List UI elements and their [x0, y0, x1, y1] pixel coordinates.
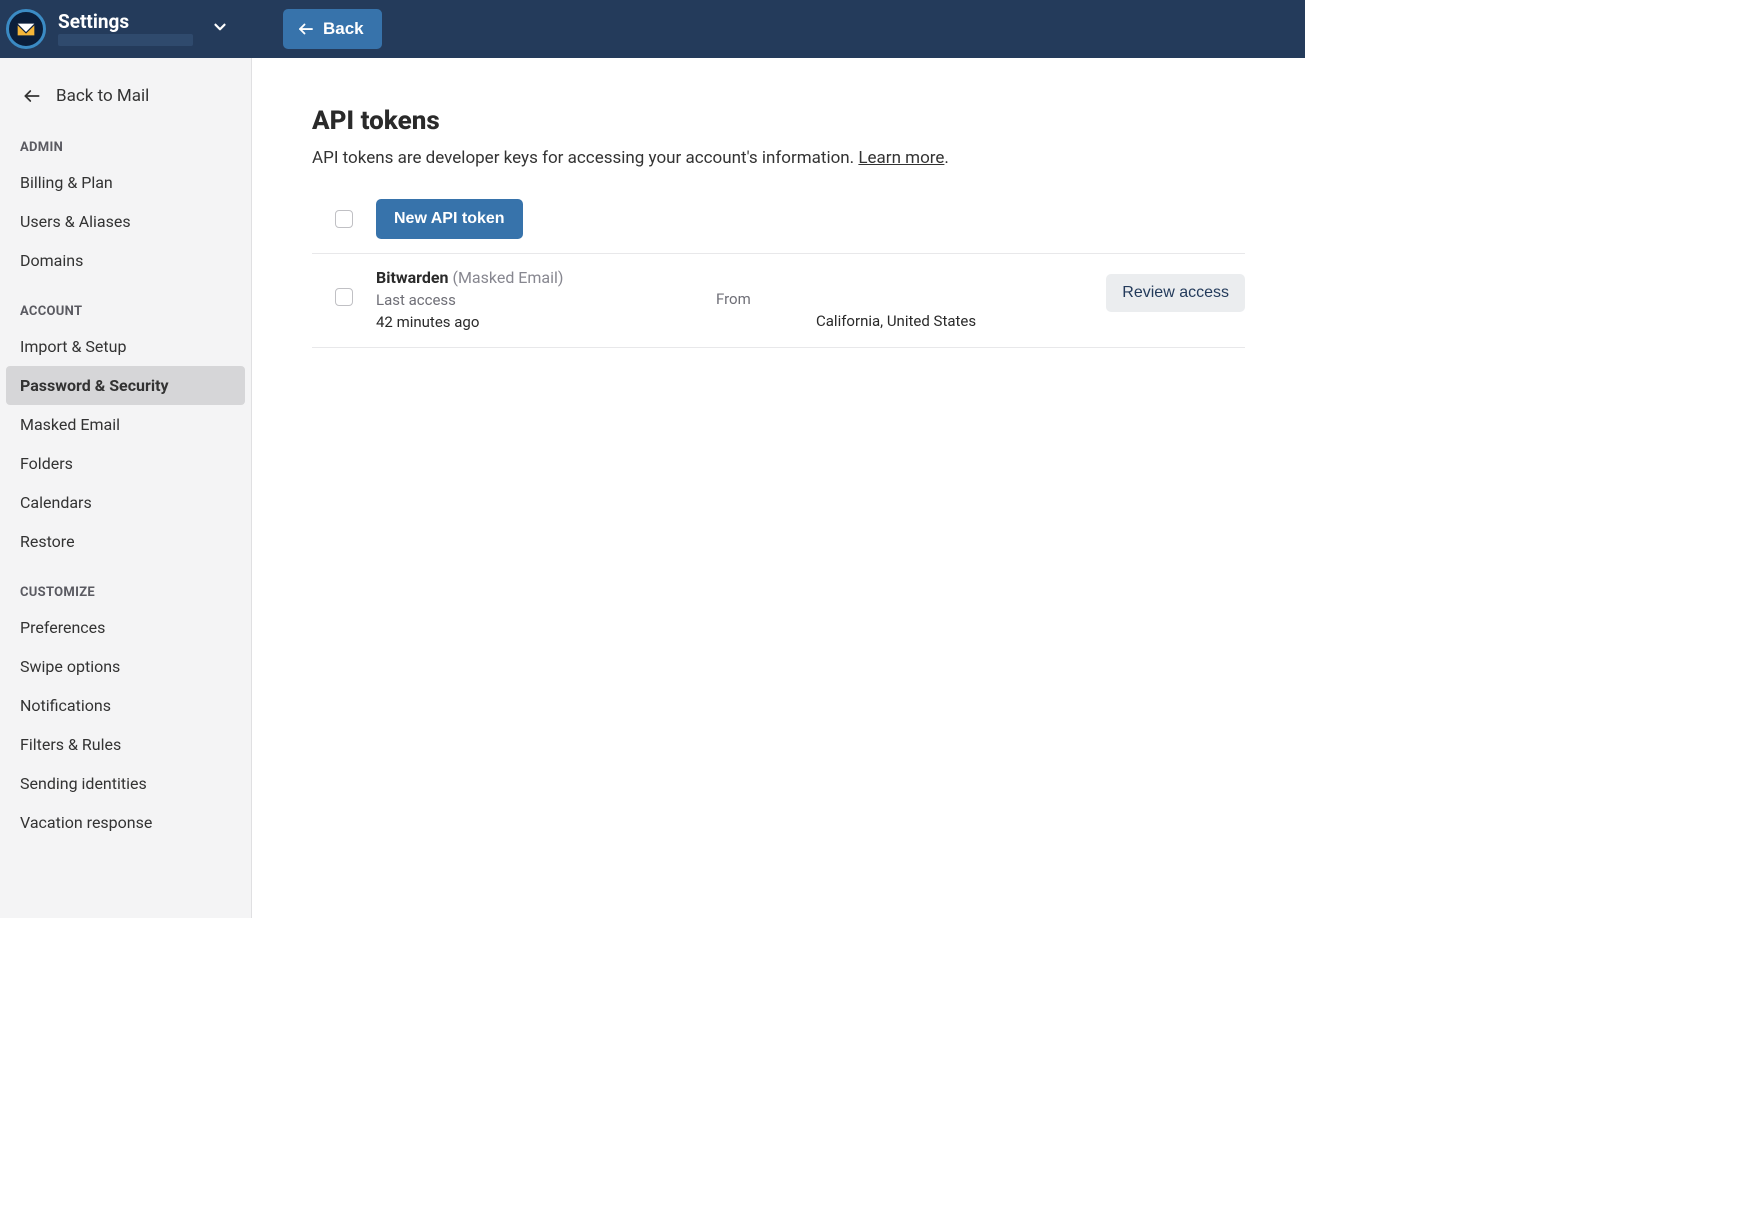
token-row-checkbox[interactable]: [335, 288, 353, 306]
chevron-down-icon[interactable]: [211, 18, 229, 40]
title-block[interactable]: Settings: [58, 12, 229, 47]
section-admin-label: ADMIN: [0, 126, 251, 163]
back-to-mail-label: Back to Mail: [56, 86, 149, 106]
token-name-text: Bitwarden: [376, 268, 449, 287]
arrow-left-icon: [297, 20, 315, 38]
app-title: Settings: [58, 12, 193, 33]
sidebar-item-users[interactable]: Users & Aliases: [0, 202, 251, 241]
section-account-label: ACCOUNT: [0, 290, 251, 327]
sidebar-item-filters[interactable]: Filters & Rules: [0, 725, 251, 764]
arrow-left-icon: [22, 86, 42, 106]
back-button[interactable]: Back: [283, 9, 382, 49]
sidebar-item-folders[interactable]: Folders: [0, 444, 251, 483]
back-button-label: Back: [323, 19, 364, 39]
sidebar-item-vacation[interactable]: Vacation response: [0, 803, 251, 842]
sidebar-item-preferences[interactable]: Preferences: [0, 608, 251, 647]
sidebar-item-restore[interactable]: Restore: [0, 522, 251, 561]
page-intro: API tokens are developer keys for access…: [312, 148, 1245, 168]
back-to-mail-link[interactable]: Back to Mail: [0, 76, 251, 126]
sidebar-item-swipe[interactable]: Swipe options: [0, 647, 251, 686]
last-access-label: Last access: [376, 291, 706, 309]
review-access-button[interactable]: Review access: [1106, 274, 1245, 312]
page-title: API tokens: [312, 106, 1245, 136]
sidebar-item-import[interactable]: Import & Setup: [0, 327, 251, 366]
sidebar-item-masked[interactable]: Masked Email: [0, 405, 251, 444]
envelope-icon: [16, 22, 36, 37]
new-api-token-button[interactable]: New API token: [376, 199, 523, 239]
last-access-value: 42 minutes ago: [376, 313, 706, 331]
topbar: Settings Back: [0, 0, 1305, 58]
content-area: API tokens API tokens are developer keys…: [252, 58, 1305, 918]
sidebar-item-password[interactable]: Password & Security: [6, 366, 245, 405]
app-logo: [6, 9, 46, 49]
from-label: From: [716, 268, 816, 308]
sidebar-item-domains[interactable]: Domains: [0, 241, 251, 280]
section-customize-label: CUSTOMIZE: [0, 571, 251, 608]
token-table: New API token Bitwarden (Masked Email) L…: [312, 190, 1245, 348]
token-row: Bitwarden (Masked Email) Last access 42 …: [312, 254, 1245, 348]
sidebar-item-sending[interactable]: Sending identities: [0, 764, 251, 803]
sidebar-item-billing[interactable]: Billing & Plan: [0, 163, 251, 202]
account-placeholder: [58, 34, 193, 46]
sidebar-item-notifications[interactable]: Notifications: [0, 686, 251, 725]
sidebar-item-calendars[interactable]: Calendars: [0, 483, 251, 522]
token-location: California, United States: [816, 268, 1085, 330]
sidebar: Back to Mail ADMIN Billing & Plan Users …: [0, 58, 252, 918]
learn-more-link[interactable]: Learn more: [858, 148, 944, 168]
intro-text: API tokens are developer keys for access…: [312, 148, 858, 168]
token-scope: (Masked Email): [452, 268, 563, 287]
token-name: Bitwarden (Masked Email): [376, 268, 706, 287]
select-all-checkbox[interactable]: [335, 210, 353, 228]
token-header-row: New API token: [312, 191, 1245, 254]
